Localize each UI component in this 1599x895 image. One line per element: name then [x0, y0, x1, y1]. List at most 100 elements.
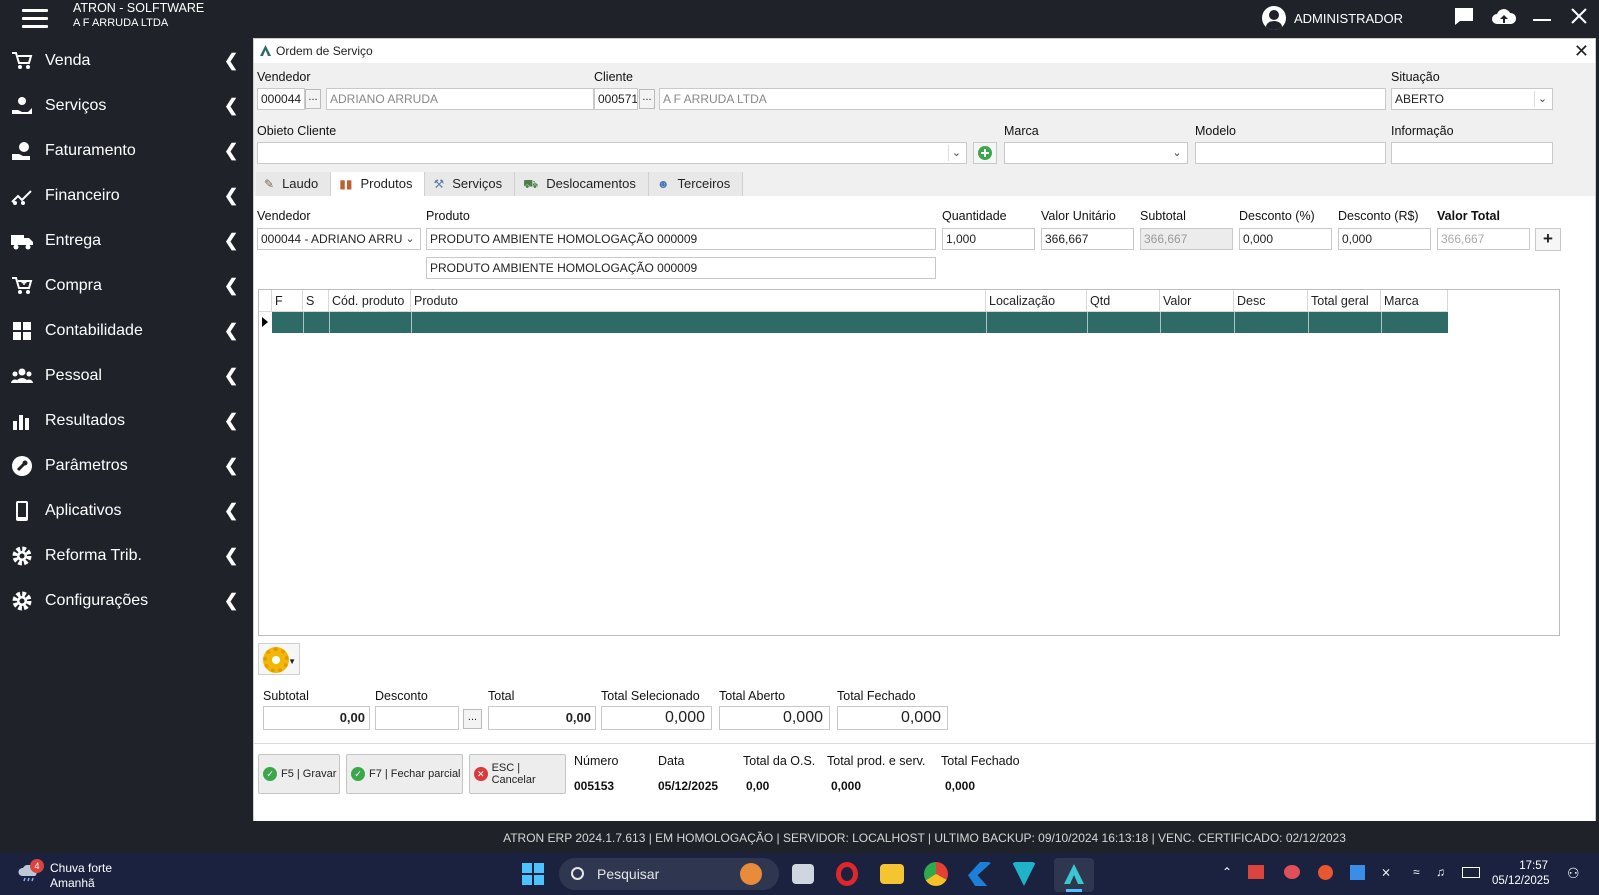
sidebar-item-faturamento[interactable]: Faturamento ❮ — [0, 128, 253, 173]
grid-header-localizacao[interactable]: Localização — [986, 290, 1087, 312]
grid-options-button[interactable]: ▼ — [258, 643, 300, 675]
tab-laudo[interactable]: ✎ Laudo — [256, 172, 332, 196]
grid-header-produto[interactable]: Produto — [411, 290, 986, 312]
tray-app-icon[interactable] — [1284, 865, 1300, 879]
people-icon — [10, 365, 34, 387]
close-icon[interactable]: ✕ — [1574, 39, 1589, 63]
sidebar-item-venda[interactable]: Venda ❮ — [0, 38, 253, 83]
menu-icon[interactable] — [22, 9, 48, 28]
opera-icon[interactable] — [836, 862, 858, 886]
fechar-parcial-button[interactable]: ✓ F7 | Fechar parcial — [346, 754, 463, 794]
caret-down-icon: ▼ — [288, 657, 296, 666]
marca-select[interactable]: ⌄ — [1004, 142, 1188, 164]
tab-deslocamentos[interactable]: ⛟ Deslocamentos — [515, 172, 649, 196]
sidebar-item-financeiro[interactable]: Financeiro ❮ — [0, 173, 253, 218]
grid-separator — [1308, 312, 1309, 333]
add-item-button[interactable]: + — [1535, 228, 1561, 251]
informacao-field[interactable] — [1391, 142, 1553, 164]
vendedor-code-field[interactable]: 000044 — [257, 88, 305, 110]
desconto-more-button[interactable]: ... — [463, 709, 482, 729]
tab-servicos[interactable]: ⚒ Serviços — [425, 172, 516, 196]
situacao-select[interactable]: ABERTO ⌄ — [1391, 88, 1553, 110]
item-vendedor-select[interactable]: 000044 - ADRIANO ARRU ⌄ — [257, 228, 421, 250]
cancelar-button[interactable]: ✕ ESC | Cancelar — [469, 754, 566, 794]
top-bar: ATRON - SOLFTWARE A F ARRUDA LTDA ADMINI… — [0, 0, 1599, 38]
grid-separator — [411, 312, 412, 333]
informacao-label: Informação — [1391, 124, 1454, 138]
tab-bar: ✎ Laudo ▮▮ Produtos ⚒ Serviços ⛟ Deslocament… — [256, 172, 744, 196]
tab-produtos[interactable]: ▮▮ Produtos — [331, 172, 426, 196]
notification-icon[interactable]: ⚇ — [1567, 865, 1580, 882]
chat-icon[interactable] — [1453, 6, 1475, 34]
atron-logo-icon — [1064, 864, 1084, 892]
modelo-field[interactable] — [1195, 142, 1386, 164]
gravar-button[interactable]: ✓ F5 | Gravar — [258, 754, 340, 794]
search-icon — [571, 867, 584, 880]
vpn-icon[interactable] — [1012, 862, 1036, 886]
objeto-cliente-select[interactable]: ⌄ — [257, 142, 967, 164]
cloud-upload-icon[interactable] — [1491, 6, 1517, 34]
vendedor-search-button[interactable]: ... — [305, 89, 321, 109]
desconto-rs-field[interactable]: 0,000 — [1338, 228, 1431, 250]
produto-field[interactable]: PRODUTO AMBIENTE HOMOLOGAÇÃO 000009 — [426, 228, 936, 250]
sidebar-item-configuracoes[interactable]: Configurações ❮ — [0, 578, 253, 623]
network-off-icon[interactable]: ⨯ — [1381, 865, 1391, 879]
grid-header-desc[interactable]: Desc — [1234, 290, 1308, 312]
atron-taskbar-app[interactable] — [1054, 858, 1094, 892]
desconto-pct-field[interactable]: 0,000 — [1239, 228, 1332, 250]
chrome-icon[interactable] — [924, 862, 948, 886]
user-menu[interactable]: ADMINISTRADOR — [1262, 5, 1403, 31]
table-row[interactable] — [272, 312, 1448, 333]
sidebar-item-pessoal[interactable]: Pessoal ❮ — [0, 353, 253, 398]
grid-separator — [1234, 312, 1235, 333]
sidebar-item-label: Venda — [45, 51, 91, 69]
security-shield-icon[interactable] — [1350, 865, 1365, 880]
grid-header-qtd[interactable]: Qtd — [1087, 290, 1160, 312]
wifi-icon[interactable]: ≈ — [1413, 865, 1420, 879]
grid-header-f[interactable]: F — [272, 290, 303, 312]
volume-icon[interactable]: ♫ — [1436, 865, 1445, 879]
file-explorer-icon[interactable] — [880, 864, 904, 884]
valor-unitario-field[interactable]: 366,667 — [1041, 228, 1134, 250]
flutter-icon[interactable] — [968, 862, 992, 886]
company-name: A F ARRUDA LTDA — [73, 17, 169, 29]
gear-icon — [263, 647, 289, 673]
task-view-icon[interactable] — [792, 864, 814, 884]
chevron-left-icon: ❮ — [224, 275, 239, 295]
sidebar-item-aplicativos[interactable]: Aplicativos ❮ — [0, 488, 253, 533]
desconto-field[interactable] — [375, 706, 459, 730]
sidebar-item-reforma-trib[interactable]: Reforma Trib. ❮ — [0, 533, 253, 578]
items-grid[interactable]: F S Cód. produto Produto Localização Qtd… — [258, 289, 1560, 636]
sidebar-item-compra[interactable]: Compra ❮ — [0, 263, 253, 308]
fechar-parcial-label: F7 | Fechar parcial — [369, 768, 461, 780]
grid-header-cod-produto[interactable]: Cód. produto — [329, 290, 411, 312]
quantidade-field[interactable]: 1,000 — [942, 228, 1035, 250]
cliente-code-field[interactable]: 000571 — [594, 88, 638, 110]
sidebar-item-entrega[interactable]: Entrega ❮ — [0, 218, 253, 263]
tab-terceiros[interactable]: ☻ Terceiros — [648, 172, 744, 196]
sidebar-item-contabilidade[interactable]: Contabilidade ❮ — [0, 308, 253, 353]
grid-header-marca[interactable]: Marca — [1381, 290, 1448, 312]
sidebar-item-resultados[interactable]: Resultados ❮ — [0, 398, 253, 443]
chevron-up-icon[interactable]: ⌃ — [1222, 865, 1232, 879]
cliente-search-button[interactable]: ... — [639, 89, 655, 109]
update-icon[interactable] — [1318, 865, 1333, 880]
chevron-left-icon: ❮ — [224, 230, 239, 250]
battery-icon[interactable] — [1462, 867, 1480, 878]
grid-header-total-geral[interactable]: Total geral — [1308, 290, 1381, 312]
minimize-icon[interactable] — [1532, 4, 1552, 32]
grid-header-valor[interactable]: Valor — [1160, 290, 1234, 312]
chevron-down-icon: ⌄ — [948, 145, 964, 161]
close-app-icon[interactable] — [1569, 6, 1589, 32]
pen-icon: ✎ — [264, 177, 275, 191]
total-os-label: Total da O.S. — [743, 754, 816, 768]
windows-start-icon[interactable] — [522, 863, 544, 885]
add-objeto-button[interactable] — [973, 142, 997, 164]
grid-header-s[interactable]: S — [303, 290, 329, 312]
tray-app-icon[interactable] — [1248, 865, 1264, 879]
flower-widget-icon[interactable] — [740, 863, 762, 885]
chevron-left-icon: ❮ — [224, 50, 239, 70]
system-clock[interactable]: 17:57 05/12/2025 — [1492, 859, 1550, 889]
sidebar-item-parametros[interactable]: Parâmetros ❮ — [0, 443, 253, 488]
sidebar-item-servicos[interactable]: Serviços ❮ — [0, 83, 253, 128]
